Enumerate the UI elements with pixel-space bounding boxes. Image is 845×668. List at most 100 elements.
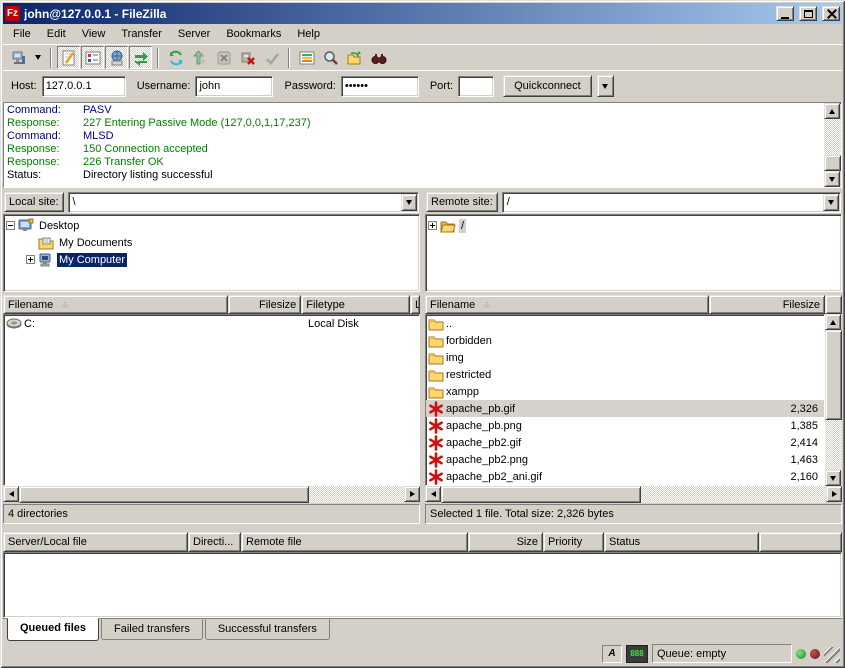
column-filesize[interactable]: Filesize — [709, 295, 825, 314]
tree-item-my-computer[interactable]: My Computer — [6, 251, 417, 268]
speed-limit-icon[interactable]: 888 — [626, 645, 648, 663]
site-manager-dropdown-button[interactable] — [31, 46, 45, 69]
scrollbar-track[interactable] — [824, 119, 841, 171]
combo-dropdown-button[interactable] — [823, 194, 839, 211]
column-filetype[interactable]: Filetype — [301, 295, 410, 314]
quickconnect-button[interactable]: Quickconnect — [503, 75, 592, 97]
directory-comparison-button[interactable] — [343, 46, 366, 69]
file-row[interactable]: apache_pb.png 1,385 — [426, 417, 824, 434]
find-files-button[interactable] — [319, 46, 342, 69]
transfer-type-icon[interactable]: A — [602, 645, 622, 663]
tree-item-root[interactable]: / — [428, 217, 839, 234]
file-row[interactable]: apache_pb2_ani.gif 2,160 — [426, 468, 824, 485]
menu-server[interactable]: Server — [170, 26, 218, 42]
tab-successful-transfers[interactable]: Successful transfers — [205, 619, 330, 640]
port-input[interactable] — [458, 76, 494, 97]
scroll-left-button[interactable] — [3, 486, 19, 502]
tree-item-desktop[interactable]: Desktop — [6, 217, 417, 234]
file-row[interactable]: img — [426, 349, 824, 366]
username-input[interactable] — [195, 76, 273, 97]
title-bar[interactable]: Fz john@127.0.0.1 - FileZilla — [3, 3, 842, 24]
close-button[interactable] — [822, 6, 840, 21]
scrollbar-thumb[interactable] — [441, 486, 641, 503]
scrollbar-thumb[interactable] — [19, 486, 309, 503]
file-row[interactable]: apache_pb2.png 1,463 — [426, 451, 824, 468]
column-filename[interactable]: Filename — [3, 295, 228, 314]
scrollbar-thumb[interactable] — [825, 330, 842, 420]
maximize-button[interactable] — [799, 6, 817, 21]
expand-icon[interactable] — [26, 255, 35, 264]
cancel-button[interactable] — [212, 46, 235, 69]
tab-failed-transfers[interactable]: Failed transfers — [101, 619, 203, 640]
column-direction[interactable]: Directi... — [188, 532, 241, 552]
transfer-queue-list[interactable] — [3, 552, 842, 618]
log-line: Command:PASV — [7, 104, 824, 117]
password-input[interactable] — [341, 76, 419, 97]
scroll-down-button[interactable] — [824, 171, 840, 187]
menu-help[interactable]: Help — [289, 26, 328, 42]
toggle-remote-tree-button[interactable] — [105, 46, 128, 69]
scroll-up-button[interactable] — [824, 103, 840, 119]
minimize-button[interactable] — [776, 6, 794, 21]
collapse-icon[interactable] — [6, 221, 15, 230]
close-icon — [827, 9, 836, 18]
synchronized-browsing-button[interactable] — [367, 46, 390, 69]
scrollbar-track[interactable] — [825, 330, 842, 470]
local-site-combobox[interactable]: \ — [68, 192, 419, 213]
log-vertical-scrollbar[interactable] — [824, 103, 841, 187]
refresh-button[interactable] — [164, 46, 187, 69]
remote-horizontal-scrollbar[interactable] — [425, 486, 842, 503]
tab-queued-files[interactable]: Queued files — [7, 618, 99, 641]
scroll-left-button[interactable] — [425, 486, 441, 502]
scrollbar-track[interactable] — [19, 486, 404, 503]
combo-dropdown-button[interactable] — [401, 194, 417, 211]
expand-icon[interactable] — [428, 221, 437, 230]
host-input[interactable] — [42, 76, 126, 97]
file-row[interactable]: xampp — [426, 383, 824, 400]
scrollbar-thumb[interactable] — [824, 155, 841, 171]
file-row[interactable]: restricted — [426, 366, 824, 383]
horizontal-splitter[interactable] — [3, 524, 842, 532]
scroll-right-button[interactable] — [826, 486, 842, 502]
resize-grip[interactable] — [824, 647, 840, 663]
column-size[interactable]: Size — [468, 532, 543, 552]
column-last-modified[interactable]: L — [410, 295, 420, 314]
column-priority[interactable]: Priority — [543, 532, 604, 552]
local-list-header: Filename Filesize Filetype L — [3, 295, 420, 314]
process-queue-button[interactable] — [188, 46, 211, 69]
scroll-right-button[interactable] — [404, 486, 420, 502]
column-filename[interactable]: Filename — [425, 295, 709, 314]
quickconnect-dropdown-button[interactable] — [597, 75, 614, 97]
column-filesize[interactable]: Filesize — [228, 295, 301, 314]
column-remote-file[interactable]: Remote file — [241, 532, 468, 552]
site-manager-button[interactable] — [7, 46, 30, 69]
process-queue-icon — [192, 50, 208, 66]
menu-bookmarks[interactable]: Bookmarks — [218, 26, 289, 42]
remote-vertical-scrollbar[interactable] — [825, 314, 842, 486]
remote-site-combobox[interactable]: / — [502, 192, 841, 213]
filter-button[interactable] — [295, 46, 318, 69]
file-row[interactable]: .. — [426, 315, 824, 332]
remote-file-list: .. forbidden img restricted — [425, 314, 825, 486]
toggle-transfer-queue-button[interactable] — [129, 46, 152, 69]
menu-view[interactable]: View — [74, 26, 114, 42]
scroll-down-button[interactable] — [825, 470, 841, 486]
file-row-selected[interactable]: apache_pb.gif 2,326 — [426, 400, 824, 417]
tree-item-my-documents[interactable]: My Documents — [6, 234, 417, 251]
toggle-local-tree-button[interactable] — [81, 46, 104, 69]
menu-file[interactable]: File — [5, 26, 39, 42]
file-row[interactable]: apache_pb2.gif 2,414 — [426, 434, 824, 451]
toggle-message-log-button[interactable] — [57, 46, 80, 69]
file-row[interactable]: forbidden — [426, 332, 824, 349]
reconnect-button[interactable] — [260, 46, 283, 69]
column-status[interactable]: Status — [604, 532, 759, 552]
file-row-c-drive[interactable]: C: Local Disk — [4, 315, 419, 332]
disconnect-button[interactable] — [236, 46, 259, 69]
menu-transfer[interactable]: Transfer — [113, 26, 170, 42]
menu-edit[interactable]: Edit — [39, 26, 74, 42]
scroll-up-button[interactable] — [825, 314, 841, 330]
column-server-local-file[interactable]: Server/Local file — [3, 532, 188, 552]
local-horizontal-scrollbar[interactable] — [3, 486, 420, 503]
scrollbar-track[interactable] — [441, 486, 826, 503]
message-log-body: Command:PASV Response:227 Entering Passi… — [4, 103, 824, 187]
